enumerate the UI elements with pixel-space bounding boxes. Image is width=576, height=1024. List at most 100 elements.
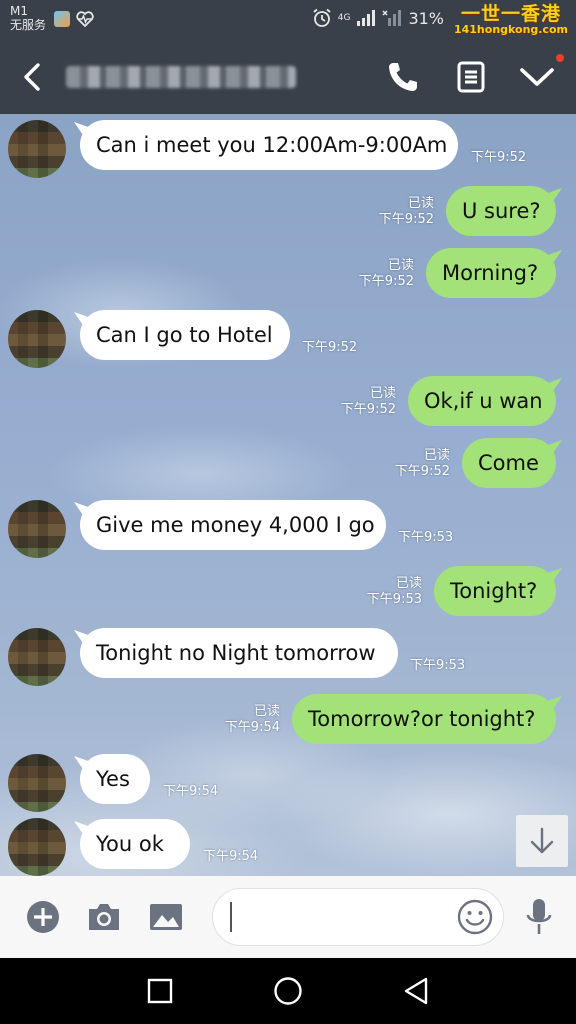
message-text: Tonight? [450,579,538,603]
watermark-url: 141hongkong.com [453,23,569,36]
notes-icon [457,61,485,93]
incoming-message[interactable]: Tonight no Night tomorrow [80,628,398,678]
battery-level: 31% [408,8,444,28]
chat-header [0,40,576,114]
message-text: U sure? [462,199,541,223]
contact-name-blurred[interactable] [66,66,296,88]
message-status: 已读 下午9:52 [379,196,434,228]
add-button[interactable] [22,896,64,938]
message-text: Can i meet you 12:00Am-9:00Am [96,133,448,157]
notification-icons [54,11,94,27]
service-status: 无服务 [10,18,47,32]
outgoing-message[interactable]: Morning? [426,248,556,298]
watermark-title: 一世一香港 [460,3,561,25]
smiley-icon [457,899,493,935]
chevron-down-icon [520,68,554,86]
triangle-back-icon [404,977,428,1005]
message-time: 下午9:52 [378,212,434,227]
contact-avatar[interactable] [8,120,66,178]
message-time: 下午9:53 [366,592,422,607]
emoji-button[interactable] [454,896,496,938]
message-status: 已读 下午9:52 [341,386,396,418]
message-time: 下午9:54 [224,720,280,735]
message-status: 已读 下午9:54 [225,704,280,736]
message-text: Can I go to Hotel [96,323,273,347]
recents-button[interactable] [140,971,180,1011]
back-arrow-icon [24,63,40,91]
carrier-name: M1 [10,4,28,18]
outgoing-message[interactable]: Come [462,438,556,488]
image-button[interactable] [145,896,187,938]
incoming-message[interactable]: Can i meet you 12:00Am-9:00Am [80,120,458,170]
image-icon [150,904,182,930]
arrow-down-icon [530,827,554,854]
message-time: 下午9:54 [203,849,259,864]
message-text: Give me money 4,000 I go [96,513,375,537]
circle-icon [274,977,302,1005]
home-button[interactable] [268,971,308,1011]
notes-button[interactable] [452,58,490,96]
contact-avatar[interactable] [8,818,66,876]
system-back-button[interactable] [396,971,436,1011]
message-time: 下午9:52 [358,274,414,289]
message-time: 下午9:53 [398,530,454,545]
contact-avatar[interactable] [8,500,66,558]
phone-icon [389,63,417,91]
no-signal-icon [382,10,402,26]
message-text: Tomorrow?or tonight? [308,707,536,731]
microphone-icon [526,899,552,934]
voice-button[interactable] [518,896,560,938]
incoming-message[interactable]: Can I go to Hotel [80,310,290,360]
carrier-info: M1 无服务 [10,4,46,32]
system-status: 4G 31% [312,8,444,28]
message-text: You ok [96,832,164,856]
signal-icon [357,10,376,26]
chat-history[interactable]: Can i meet you 12:00Am-9:00Am 下午9:52 已读 … [0,114,576,876]
contact-avatar[interactable] [8,628,66,686]
contact-avatar[interactable] [8,310,66,368]
call-button[interactable] [384,58,422,96]
message-status: 已读 下午9:52 [359,258,414,290]
read-receipt: 已读 [423,448,450,463]
message-time: 下午9:52 [302,340,358,355]
message-time: 下午9:54 [163,784,219,799]
read-receipt: 已读 [253,704,280,719]
read-receipt: 已读 [387,258,414,273]
message-text: Come [478,451,539,475]
message-text: Tonight no Night tomorrow [96,641,376,665]
text-cursor [230,902,232,932]
message-text: Ok,if u wan [424,389,543,413]
system-nav-bar [0,958,576,1024]
alarm-icon [313,8,331,27]
back-button[interactable] [18,62,48,92]
message-input-bar [0,876,576,958]
message-time: 下午9:52 [340,402,396,417]
outgoing-message[interactable]: Ok,if u wan [408,376,556,426]
message-status: 已读 下午9:53 [367,576,422,608]
notification-dot [556,54,564,62]
message-time: 下午9:52 [394,464,450,479]
status-bar: M1 无服务 4G 31% 一世一香港 141hongkong.com [0,0,576,40]
read-receipt: 已读 [407,196,434,211]
outgoing-message[interactable]: Tonight? [434,566,556,616]
camera-button[interactable] [83,896,125,938]
app-notification-icon [54,11,70,27]
square-icon [147,978,173,1004]
menu-button[interactable] [518,58,556,96]
message-text: Morning? [442,261,539,285]
incoming-message[interactable]: You ok [80,819,190,869]
camera-icon [89,904,119,930]
message-status: 已读 下午9:52 [395,448,450,480]
plus-circle-icon [27,901,59,933]
contact-avatar[interactable] [8,754,66,812]
read-receipt: 已读 [395,576,422,591]
message-time: 下午9:53 [410,658,466,673]
outgoing-message[interactable]: U sure? [446,186,556,236]
read-receipt: 已读 [369,386,396,401]
message-text: Yes [96,767,130,791]
scroll-to-bottom-button[interactable] [516,815,568,867]
incoming-message[interactable]: Yes [80,754,150,804]
incoming-message[interactable]: Give me money 4,000 I go [80,500,386,550]
outgoing-message[interactable]: Tomorrow?or tonight? [292,694,556,744]
health-icon [76,11,94,27]
